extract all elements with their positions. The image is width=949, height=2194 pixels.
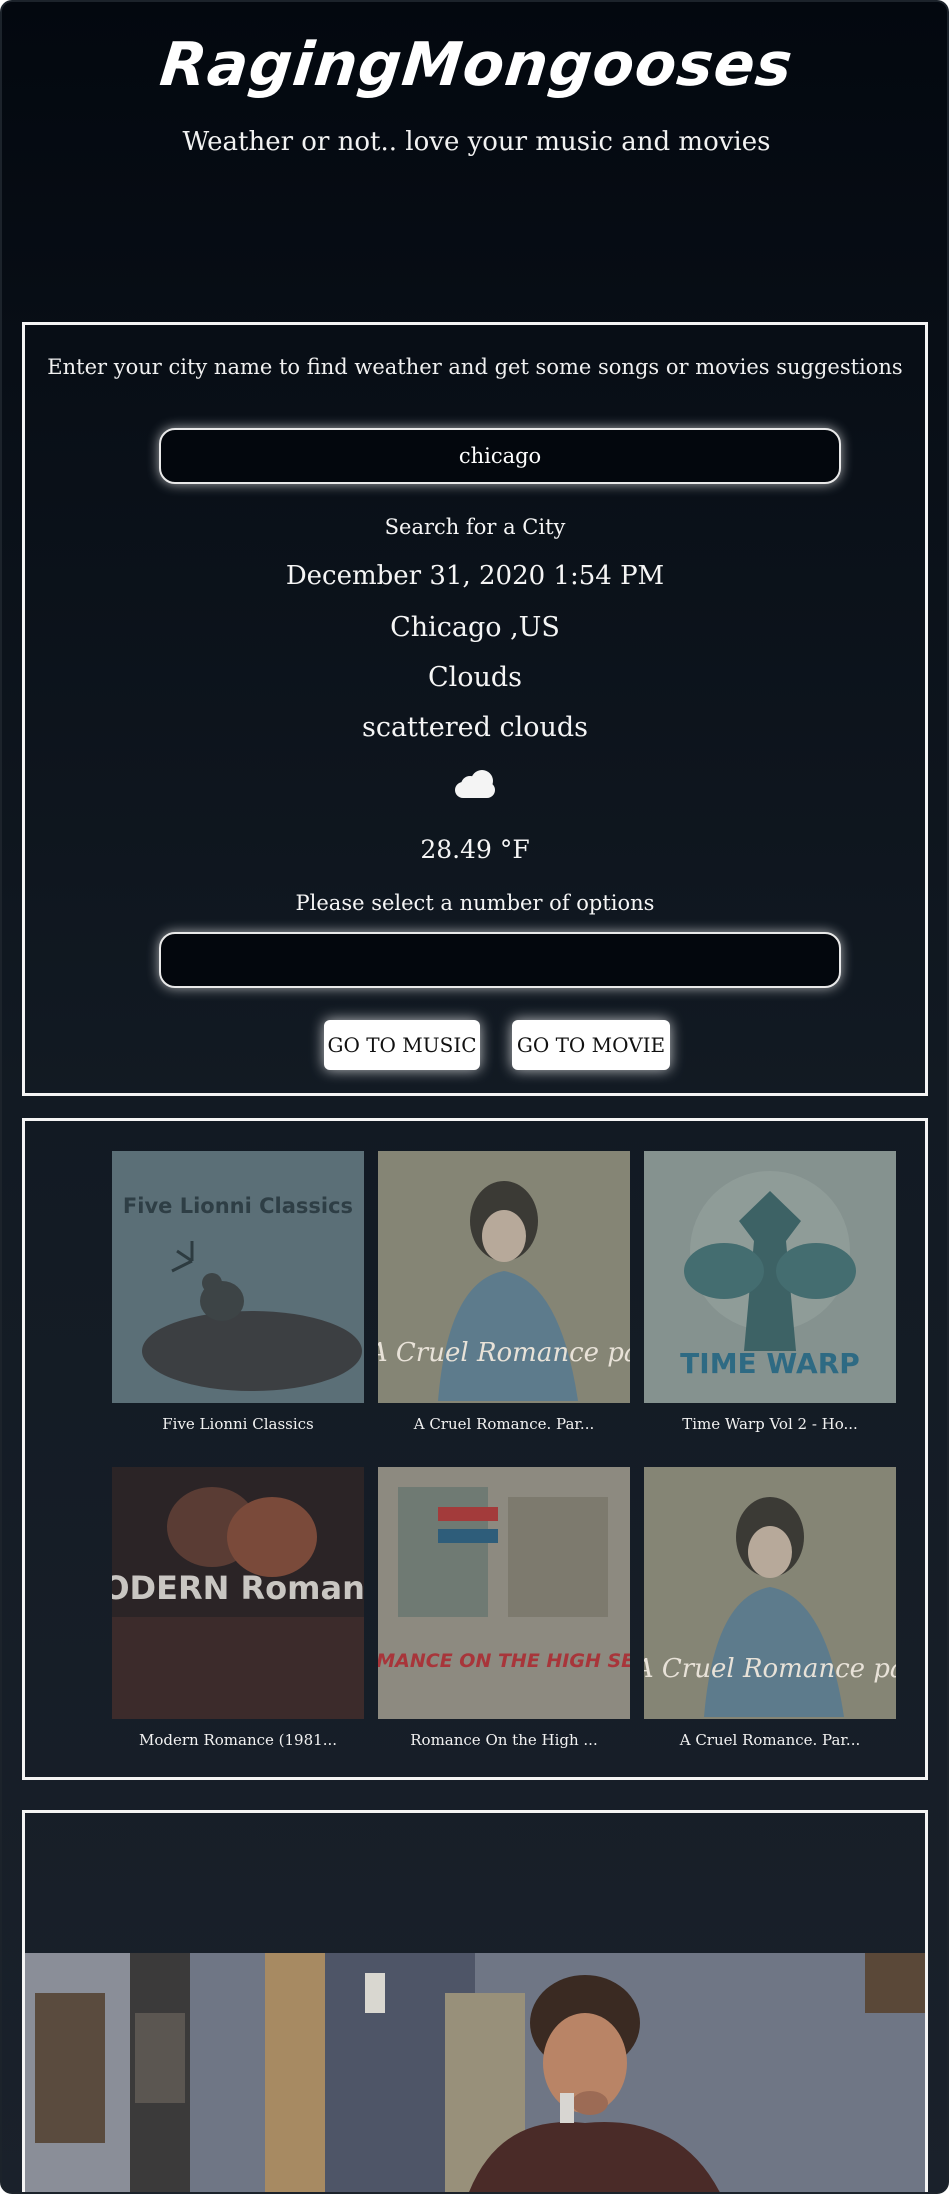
tagline: Weather or not.. love your music and mov… xyxy=(182,127,771,157)
result-card[interactable]: TIME WARP Time Warp Vol 2 - Ho... xyxy=(644,1151,896,1433)
brand-logo: RagingMongooses xyxy=(156,30,797,100)
poster-image: ROMANCE ON THE HIGH SEAS xyxy=(378,1467,630,1719)
cloud-icon xyxy=(25,770,925,802)
result-card[interactable]: MODERN Romance Modern Romance (1981... xyxy=(112,1467,364,1749)
poster-text: ROMANCE ON THE HIGH SEAS xyxy=(378,1650,630,1672)
weather-datetime: December 31, 2020 1:54 PM xyxy=(285,561,665,591)
result-card[interactable]: A Cruel Romance part 2 A Cruel Romance. … xyxy=(644,1467,896,1749)
result-title: A Cruel Romance. Par... xyxy=(413,1415,595,1433)
result-card[interactable]: ROMANCE ON THE HIGH SEAS Romance On the … xyxy=(378,1467,630,1749)
poster-text: A Cruel Romance part 1 xyxy=(378,1338,630,1368)
poster-text: TIME WARP xyxy=(680,1347,860,1380)
weather-search-panel: Enter your city name to find weather and… xyxy=(22,322,928,1096)
video-player[interactable] xyxy=(25,1953,925,2192)
weather-temperature: 28.49 °F xyxy=(420,835,530,864)
video-panel xyxy=(22,1810,928,2192)
weather-location: Chicago ,US xyxy=(390,612,560,643)
poster-image: MODERN Romance xyxy=(112,1467,364,1719)
result-title: Five Lionni Classics xyxy=(162,1415,314,1433)
result-card[interactable]: A Cruel Romance part 1 A Cruel Romance. … xyxy=(378,1151,630,1433)
result-title: A Cruel Romance. Par... xyxy=(679,1731,861,1749)
poster-image: TIME WARP xyxy=(644,1151,896,1403)
result-card[interactable]: Five Lionni Classics Five Lionni Classic… xyxy=(112,1151,364,1433)
result-title: Time Warp Vol 2 - Ho... xyxy=(682,1415,858,1433)
poster-text: Five Lionni Classics xyxy=(123,1194,353,1218)
poster-image: A Cruel Romance part 1 xyxy=(378,1151,630,1403)
options-count-input[interactable] xyxy=(159,932,841,988)
weather-description: scattered clouds xyxy=(361,712,589,743)
poster-text: MODERN Romance xyxy=(112,1569,364,1607)
search-instruction: Enter your city name to find weather and… xyxy=(47,355,903,379)
search-label: Search for a City xyxy=(384,515,566,539)
poster-image: A Cruel Romance part 2 xyxy=(644,1467,896,1719)
go-to-movie-button[interactable]: GO TO MOVIE xyxy=(512,1020,670,1070)
weather-main: Clouds xyxy=(427,662,523,693)
poster-image: Five Lionni Classics xyxy=(112,1151,364,1403)
result-title: Modern Romance (1981... xyxy=(139,1731,337,1749)
app-window: RagingMongooses Weather or not.. love yo… xyxy=(0,0,949,2194)
result-title: Romance On the High ... xyxy=(410,1731,598,1749)
results-panel: Five Lionni Classics Five Lionni Classic… xyxy=(22,1118,928,1780)
options-label: Please select a number of options xyxy=(295,891,655,915)
city-search-input[interactable] xyxy=(159,428,841,484)
go-to-music-button[interactable]: GO TO MUSIC xyxy=(324,1020,480,1070)
poster-text: A Cruel Romance part 2 xyxy=(644,1654,896,1684)
